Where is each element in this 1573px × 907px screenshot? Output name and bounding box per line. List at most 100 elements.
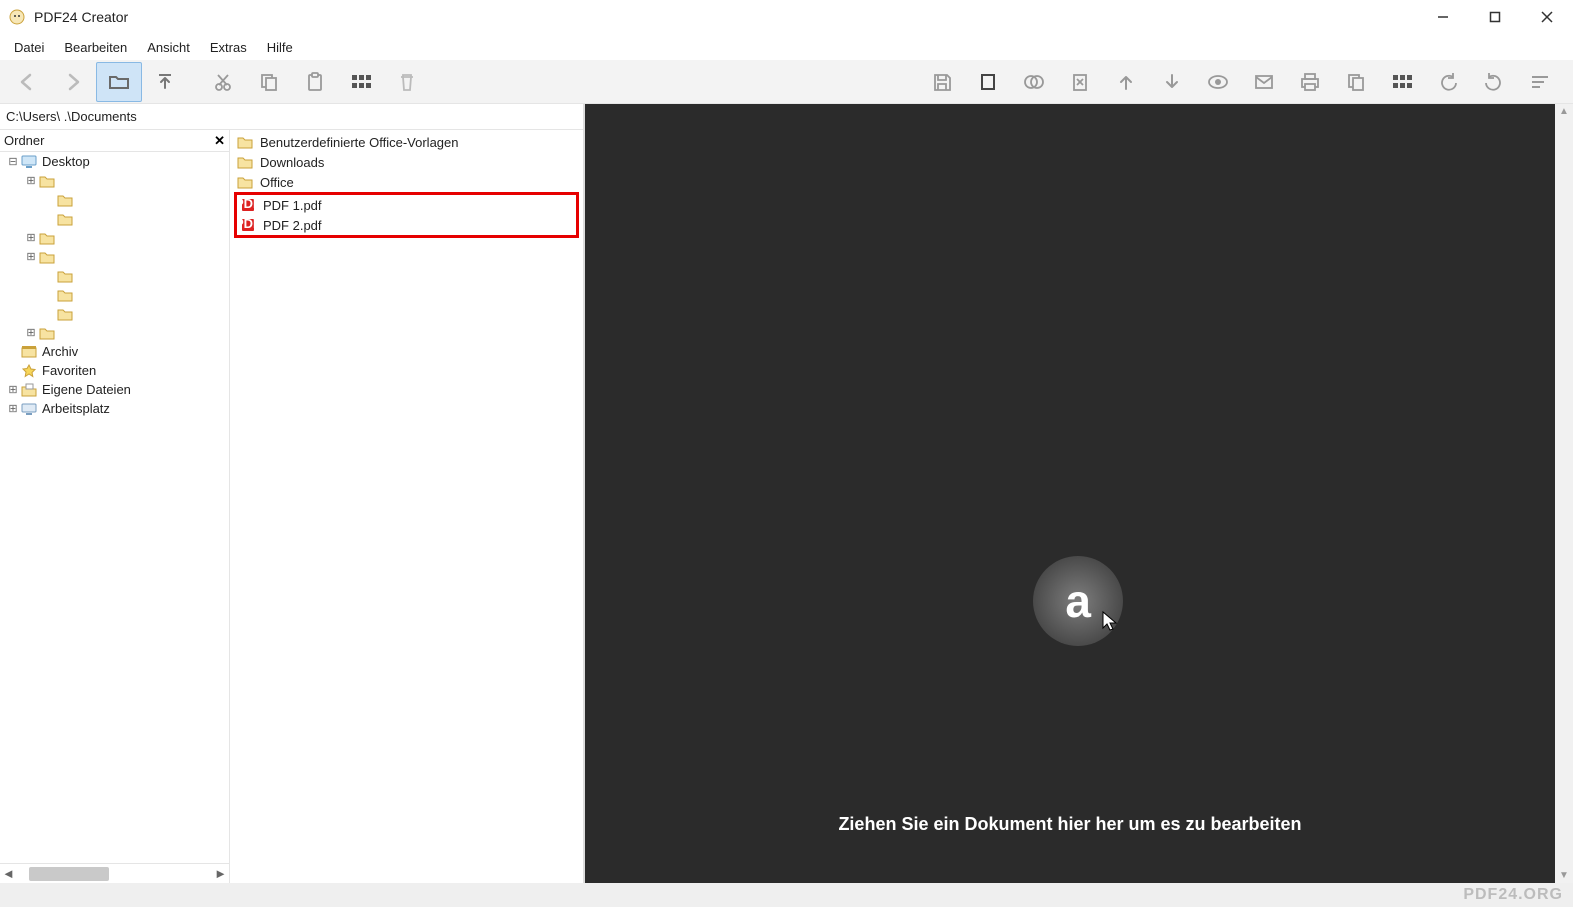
tree-expander-icon[interactable]: ⊞ bbox=[24, 174, 38, 187]
tree-node[interactable]: ⊞Arbeitsplatz bbox=[0, 399, 229, 418]
tree-expander-icon[interactable] bbox=[42, 308, 56, 320]
nav-forward-button[interactable] bbox=[50, 62, 96, 102]
up-folder-button[interactable] bbox=[142, 62, 188, 102]
close-button[interactable] bbox=[1521, 0, 1573, 34]
preview-button[interactable] bbox=[1195, 62, 1241, 102]
menu-hilfe[interactable]: Hilfe bbox=[257, 36, 303, 59]
merge-button[interactable] bbox=[1011, 62, 1057, 102]
sort-button[interactable] bbox=[1517, 62, 1563, 102]
list-item[interactable]: PDFPDF 2.pdf bbox=[237, 215, 576, 235]
tree-node[interactable] bbox=[0, 209, 229, 228]
file-name: Office bbox=[260, 175, 294, 190]
tree-expander-icon[interactable] bbox=[6, 346, 20, 358]
folder-tree-title: Ordner bbox=[4, 133, 214, 148]
nav-back-button[interactable] bbox=[4, 62, 50, 102]
app-icon bbox=[8, 8, 26, 26]
scroll-left-icon[interactable]: ◄ bbox=[2, 866, 15, 881]
preview-pane: a Ziehen Sie ein Dokument hier her um es… bbox=[585, 104, 1573, 883]
folder-icon bbox=[38, 325, 56, 341]
tree-expander-icon[interactable]: ⊞ bbox=[24, 250, 38, 263]
folder-icon bbox=[20, 401, 38, 417]
grid-view-button[interactable] bbox=[338, 62, 384, 102]
folder-icon bbox=[236, 154, 254, 170]
scroll-up-icon[interactable]: ▲ bbox=[1559, 106, 1569, 117]
preview-scrollbar[interactable]: ▲ ▼ bbox=[1555, 104, 1573, 883]
tree-node[interactable]: ⊞ bbox=[0, 228, 229, 247]
list-item[interactable]: Benutzerdefinierte Office-Vorlagen bbox=[234, 132, 579, 152]
tree-expander-icon[interactable]: ⊟ bbox=[6, 155, 20, 168]
maximize-button[interactable] bbox=[1469, 0, 1521, 34]
tree-node-label: Archiv bbox=[42, 344, 78, 359]
delete-button[interactable] bbox=[384, 62, 430, 102]
file-list[interactable]: Benutzerdefinierte Office-VorlagenDownlo… bbox=[234, 132, 579, 238]
list-item[interactable]: PDFPDF 1.pdf bbox=[237, 195, 576, 215]
list-item[interactable]: Office bbox=[234, 172, 579, 192]
tree-node[interactable] bbox=[0, 304, 229, 323]
tree-expander-icon[interactable] bbox=[42, 194, 56, 206]
tree-node[interactable] bbox=[0, 285, 229, 304]
scroll-down-icon[interactable]: ▼ bbox=[1559, 870, 1569, 881]
tree-node[interactable] bbox=[0, 190, 229, 209]
tree-expander-icon[interactable]: ⊞ bbox=[6, 383, 20, 396]
browse-folder-button[interactable] bbox=[96, 62, 142, 102]
file-browser-pane: C:\Users\ .\Documents Ordner ✕ ⊟Desktop ⊞… bbox=[0, 104, 585, 883]
tree-node[interactable]: Archiv bbox=[0, 342, 229, 361]
scroll-right-icon[interactable]: ► bbox=[214, 866, 227, 881]
status-bar: PDF24.ORG bbox=[0, 883, 1573, 907]
print-button[interactable] bbox=[1287, 62, 1333, 102]
cursor-icon bbox=[1101, 610, 1119, 632]
folder-tree-scrollbar[interactable]: ◄ ► bbox=[0, 863, 229, 883]
move-down-button[interactable] bbox=[1149, 62, 1195, 102]
tree-expander-icon[interactable]: ⊞ bbox=[24, 231, 38, 244]
copy-button[interactable] bbox=[246, 62, 292, 102]
folder-icon bbox=[38, 173, 56, 189]
path-bar[interactable]: C:\Users\ .\Documents bbox=[0, 104, 583, 130]
tree-expander-icon[interactable] bbox=[6, 365, 20, 377]
folder-icon bbox=[20, 344, 38, 360]
export-button[interactable] bbox=[1333, 62, 1379, 102]
menu-extras[interactable]: Extras bbox=[200, 36, 257, 59]
tree-expander-icon[interactable] bbox=[42, 213, 56, 225]
tree-node[interactable]: ⊞ bbox=[0, 171, 229, 190]
folder-icon bbox=[56, 268, 74, 284]
main-area: C:\Users\ .\Documents Ordner ✕ ⊟Desktop ⊞… bbox=[0, 104, 1573, 883]
folder-tree-header: Ordner ✕ bbox=[0, 130, 229, 152]
tree-node[interactable]: ⊞Eigene Dateien bbox=[0, 380, 229, 399]
folder-icon bbox=[236, 134, 254, 150]
minimize-button[interactable] bbox=[1417, 0, 1469, 34]
cut-button[interactable] bbox=[200, 62, 246, 102]
tree-expander-icon[interactable] bbox=[42, 270, 56, 282]
menu-datei[interactable]: Datei bbox=[4, 36, 54, 59]
rotate-left-button[interactable] bbox=[1425, 62, 1471, 102]
brand-text: PDF24.ORG bbox=[1463, 886, 1563, 904]
tree-node[interactable]: ⊟Desktop bbox=[0, 152, 229, 171]
menu-ansicht[interactable]: Ansicht bbox=[137, 36, 200, 59]
scroll-thumb[interactable] bbox=[29, 867, 109, 881]
folder-icon bbox=[20, 154, 38, 170]
tree-node[interactable] bbox=[0, 266, 229, 285]
rotate-right-button[interactable] bbox=[1471, 62, 1517, 102]
menu-bearbeiten[interactable]: Bearbeiten bbox=[54, 36, 137, 59]
page-button[interactable] bbox=[965, 62, 1011, 102]
folder-tree[interactable]: ⊟Desktop ⊞ ⊞ ⊞ ⊞ Archiv Favoriten⊞Eigene D… bbox=[0, 152, 229, 418]
tree-node[interactable]: ⊞ bbox=[0, 323, 229, 342]
save-button[interactable] bbox=[919, 62, 965, 102]
folder-icon bbox=[56, 192, 74, 208]
paste-button[interactable] bbox=[292, 62, 338, 102]
list-item[interactable]: Downloads bbox=[234, 152, 579, 172]
folder-icon bbox=[38, 230, 56, 246]
tree-expander-icon[interactable]: ⊞ bbox=[6, 402, 20, 415]
drop-logo-text: a bbox=[1065, 574, 1091, 628]
tree-expander-icon[interactable] bbox=[42, 289, 56, 301]
remove-page-button[interactable] bbox=[1057, 62, 1103, 102]
tree-node[interactable]: ⊞ bbox=[0, 247, 229, 266]
file-name: PDF 1.pdf bbox=[263, 198, 322, 213]
folder-tree-close-icon[interactable]: ✕ bbox=[214, 133, 225, 149]
drop-logo: a bbox=[1033, 556, 1123, 646]
tree-node[interactable]: Favoriten bbox=[0, 361, 229, 380]
move-up-button[interactable] bbox=[1103, 62, 1149, 102]
thumbnails-button[interactable] bbox=[1379, 62, 1425, 102]
preview-drop-area[interactable]: a Ziehen Sie ein Dokument hier her um es… bbox=[585, 104, 1555, 883]
tree-expander-icon[interactable]: ⊞ bbox=[24, 326, 38, 339]
mail-button[interactable] bbox=[1241, 62, 1287, 102]
